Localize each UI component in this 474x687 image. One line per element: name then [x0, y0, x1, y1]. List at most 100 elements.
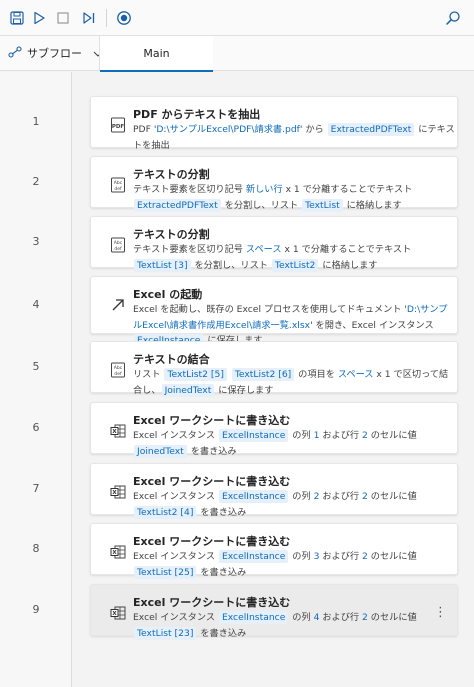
action-description: テキスト要素を区切り記号 新しい行 x 1 で分離することでテキスト Extra…	[133, 182, 455, 213]
action-card-7[interactable]: X Excel ワークシートに書き込む Excel インスタンス ExcelInst…	[90, 463, 458, 519]
split-text-icon: Abc def	[110, 177, 126, 193]
variable-token: TextList2	[271, 258, 319, 272]
toolbar	[0, 0, 474, 36]
description-text: リスト	[133, 369, 164, 380]
line-number: 8	[32, 542, 40, 555]
variable-token: ExcelInstance	[218, 611, 289, 624]
parameter-value: スペース	[337, 369, 374, 380]
tab-main[interactable]: Main	[100, 36, 213, 72]
record-icon[interactable]	[113, 7, 135, 29]
description-text: を書き込み	[197, 506, 247, 518]
action-title: PDF からテキストを抽出	[133, 108, 261, 121]
description-text: ' を開き、Excel インスタンス	[310, 319, 434, 331]
action-card-3[interactable]: Abc def テキストの分割 テキスト要素を区切り記号 スペース x 1 で分離する…	[90, 216, 458, 272]
line-number: 1	[32, 115, 40, 128]
action-title: テキストの結合	[133, 353, 210, 366]
description-text: に保存します	[215, 384, 274, 396]
action-description: テキスト要素を区切り記号 スペース x 1 で分離することでテキスト TextL…	[133, 242, 455, 273]
stop-icon[interactable]	[52, 7, 74, 29]
variable-token: ExcelInstance	[218, 429, 289, 442]
variable-token: TextList2 [4]	[134, 505, 197, 519]
action-card-8[interactable]: X Excel ワークシートに書き込む Excel インスタンス ExcelInst…	[90, 523, 458, 579]
join-text-icon: Abc def	[110, 362, 126, 378]
variable-token: ExcelInstance	[218, 490, 289, 503]
action-description: Excel インスタンス ExcelInstance の列 4 および行 2 の…	[133, 610, 455, 641]
description-text: のセルに値	[367, 551, 417, 562]
variable-token: TextList [3]	[134, 258, 191, 272]
more-options-icon[interactable]: ⋮	[434, 605, 447, 620]
description-text: テキスト要素を区切り記号	[133, 244, 246, 255]
line-number: 3	[32, 235, 40, 248]
line-number-gutter: 1 2 3 4 5 6 7 8 9	[0, 72, 72, 687]
action-card-9[interactable]: X Excel ワークシートに書き込む Excel インスタンス ExcelInst…	[90, 584, 458, 640]
description-text: を分割し、リスト	[221, 199, 302, 211]
action-card-1[interactable]: PDF PDF からテキストを抽出 PDF 'D:\サンプルExcel\PDF\請求…	[90, 96, 458, 151]
action-description: Excel インスタンス ExcelInstance の列 1 および行 2 の…	[133, 428, 455, 459]
description-text: を書き込み	[197, 566, 247, 578]
action-title: Excel の起動	[133, 288, 203, 301]
excel-write-icon: X	[110, 484, 126, 500]
variable-token: TextList2 [6]	[231, 368, 295, 381]
description-text: を分割し、リスト	[191, 259, 271, 271]
variable-token: JoinedText	[161, 383, 215, 397]
description-text: の列	[289, 430, 314, 441]
subflow-dropdown[interactable]: サブフロー	[8, 36, 103, 70]
description-text: x 1 で分離することでテキスト	[281, 244, 412, 255]
action-card-4[interactable]: Excel の起動 Excel を起動し、既存の Excel プロセスを使用してド…	[90, 276, 458, 347]
action-description: Excel インスタンス ExcelInstance の列 3 および行 2 の…	[133, 549, 455, 580]
variable-token: TextList [23]	[134, 626, 197, 640]
description-text: および行	[319, 430, 363, 441]
run-icon[interactable]	[28, 7, 50, 29]
svg-text:Abc: Abc	[114, 180, 123, 186]
action-description: Excel インスタンス ExcelInstance の列 2 および行 2 の…	[133, 489, 455, 520]
description-text: x 1 で分離することでテキスト	[282, 184, 413, 195]
excel-write-icon: X	[110, 605, 126, 621]
description-text: のセルに値	[367, 430, 417, 441]
description-text: テキスト要素を区切り記号	[133, 184, 246, 195]
variable-token: ExtractedPDFText	[327, 123, 415, 136]
variable-token: TextList2 [5]	[164, 368, 227, 381]
description-text: を書き込み	[187, 445, 237, 457]
description-text: Excel インスタンス	[133, 430, 218, 441]
subflow-icon	[8, 45, 22, 61]
description-text: Excel インスタンス	[133, 612, 218, 623]
description-text: の列	[289, 551, 314, 562]
action-description: リスト TextList2 [5] TextList2 [6] の項目を スペー…	[133, 367, 455, 398]
action-card-6[interactable]: X Excel ワークシートに書き込む Excel インスタンス ExcelInst…	[90, 402, 458, 458]
line-number: 7	[32, 482, 40, 495]
action-title: テキストの分割	[133, 168, 210, 181]
variable-token: ExtractedPDFText	[134, 198, 221, 212]
line-number: 4	[32, 298, 40, 311]
line-number: 9	[32, 603, 40, 616]
excel-write-icon: X	[110, 544, 126, 560]
save-icon[interactable]	[6, 7, 28, 29]
description-text: のセルに値	[367, 612, 417, 623]
action-description: PDF 'D:\サンプルExcel\PDF\請求書.pdf' から Extrac…	[133, 122, 455, 153]
action-title: Excel ワークシートに書き込む	[133, 414, 291, 427]
svg-text:def: def	[114, 186, 122, 192]
launch-arrow-icon	[110, 297, 126, 313]
svg-text:def: def	[114, 371, 122, 377]
action-card-5[interactable]: Abc def テキストの結合 リスト TextList2 [5] TextList2…	[90, 341, 458, 397]
svg-text:def: def	[114, 246, 122, 252]
svg-text:PDF: PDF	[112, 124, 125, 130]
svg-text:Abc: Abc	[114, 365, 123, 371]
search-icon[interactable]	[442, 7, 464, 29]
description-text: に格納します	[319, 259, 378, 271]
description-text	[228, 369, 231, 380]
step-icon[interactable]	[78, 7, 100, 29]
variable-token: TextList	[302, 198, 343, 212]
line-number: 2	[32, 175, 40, 188]
description-text: の列	[289, 491, 314, 502]
action-title: テキストの分割	[133, 228, 210, 241]
line-number: 5	[32, 360, 40, 373]
description-text: PDF '	[133, 124, 157, 135]
parameter-value: 新しい行	[245, 184, 283, 195]
parameter-value: スペース	[245, 244, 282, 255]
description-text: および行	[319, 491, 363, 502]
variable-token: TextList [25]	[134, 565, 197, 579]
action-card-2[interactable]: Abc def テキストの分割 テキスト要素を区切り記号 新しい行 x 1 で分離する…	[90, 156, 458, 212]
description-text: および行	[319, 551, 363, 562]
description-text: を書き込み	[197, 627, 247, 639]
subflow-label: サブフロー	[27, 47, 82, 60]
